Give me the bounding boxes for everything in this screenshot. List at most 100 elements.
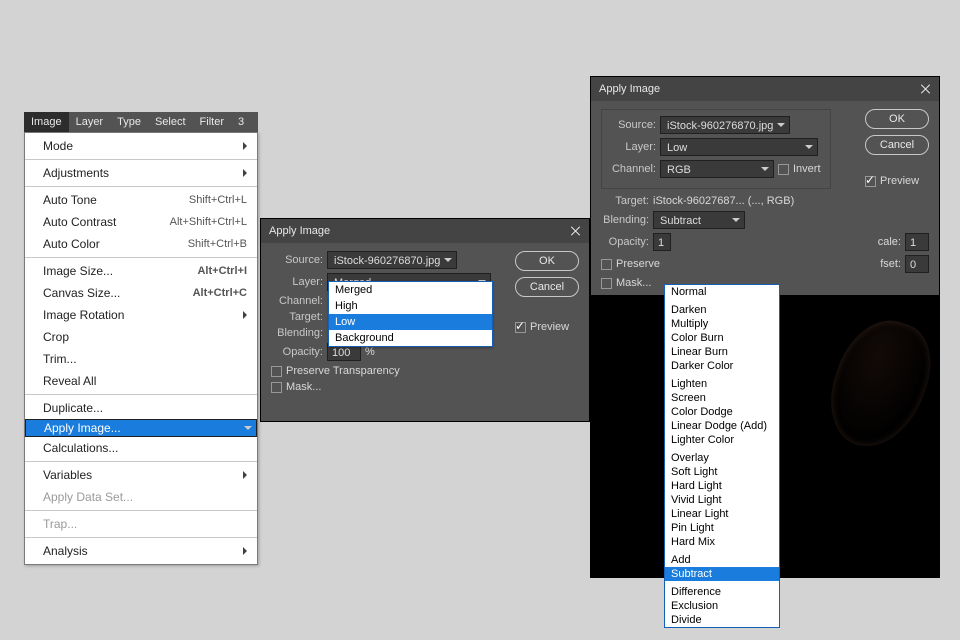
- cancel-button[interactable]: Cancel: [865, 135, 929, 155]
- ok-button[interactable]: OK: [865, 109, 929, 129]
- menu-item-trim[interactable]: Trim...: [25, 348, 257, 370]
- offset-label: fset:: [880, 258, 901, 270]
- menu-item-analysis[interactable]: Analysis: [25, 540, 257, 562]
- menu-item-apply-data-set: Apply Data Set...: [25, 486, 257, 508]
- chevron-right-icon: [243, 169, 251, 177]
- dialog-titlebar[interactable]: Apply Image: [591, 77, 939, 101]
- blend-option[interactable]: Screen: [665, 391, 779, 405]
- invert-checkbox[interactable]: [778, 164, 789, 175]
- menu-item-auto-contrast[interactable]: Auto ContrastAlt+Shift+Ctrl+L: [25, 211, 257, 233]
- blend-option[interactable]: Lighten: [665, 377, 779, 391]
- mask-label: Mask...: [616, 277, 651, 289]
- blend-option[interactable]: Darker Color: [665, 359, 779, 373]
- blend-option[interactable]: Pin Light: [665, 521, 779, 535]
- blending-select[interactable]: Subtract: [653, 211, 745, 229]
- blend-option[interactable]: Difference: [665, 585, 779, 599]
- ok-button[interactable]: OK: [515, 251, 579, 271]
- chevron-right-icon: [243, 142, 251, 150]
- layer-select[interactable]: Low: [660, 138, 818, 156]
- preview-checkbox[interactable]: [865, 176, 876, 187]
- blend-option[interactable]: Divide: [665, 613, 779, 627]
- dialog-title: Apply Image: [599, 83, 660, 95]
- blending-dropdown-list: Normal Darken Multiply Color Burn Linear…: [664, 284, 780, 628]
- cancel-button[interactable]: Cancel: [515, 277, 579, 297]
- menu-item-mode[interactable]: Mode: [25, 135, 257, 157]
- menu-item-image-rotation[interactable]: Image Rotation: [25, 304, 257, 326]
- blend-option-subtract[interactable]: Subtract: [665, 567, 779, 581]
- mask-checkbox[interactable]: [601, 278, 612, 289]
- menu-item-adjustments[interactable]: Adjustments: [25, 162, 257, 184]
- target-value: iStock-96027687... (..., RGB): [653, 195, 794, 207]
- menu-item-canvas-size[interactable]: Canvas Size...Alt+Ctrl+C: [25, 282, 257, 304]
- blend-option[interactable]: Multiply: [665, 317, 779, 331]
- menubar[interactable]: Image Layer Type Select Filter 3: [24, 112, 258, 132]
- invert-label: Invert: [793, 163, 821, 175]
- blend-option[interactable]: Linear Light: [665, 507, 779, 521]
- menu-filter[interactable]: Filter: [193, 112, 231, 132]
- menu-item-crop[interactable]: Crop: [25, 326, 257, 348]
- source-label: Source:: [271, 254, 323, 266]
- layer-option-low[interactable]: Low: [329, 314, 492, 330]
- blend-option[interactable]: Lighter Color: [665, 433, 779, 447]
- mask-label: Mask...: [286, 381, 321, 393]
- menu-item-variables[interactable]: Variables: [25, 464, 257, 486]
- preview-label: Preview: [880, 175, 919, 187]
- opacity-label: Opacity:: [271, 346, 323, 358]
- scale-label: cale:: [878, 236, 901, 248]
- blend-option[interactable]: Hard Light: [665, 479, 779, 493]
- menu-type[interactable]: Type: [110, 112, 148, 132]
- blend-option[interactable]: Overlay: [665, 451, 779, 465]
- blend-option[interactable]: Hard Mix: [665, 535, 779, 549]
- blending-label: Blending:: [601, 214, 649, 226]
- dialog-titlebar[interactable]: Apply Image: [261, 219, 589, 243]
- blend-option[interactable]: Linear Dodge (Add): [665, 419, 779, 433]
- menu-item-calculations[interactable]: Calculations...: [25, 437, 257, 459]
- menu-image[interactable]: Image: [24, 112, 69, 132]
- layer-option-merged[interactable]: Merged: [329, 282, 492, 298]
- menu-more[interactable]: 3: [231, 112, 251, 132]
- opacity-input[interactable]: 1: [653, 233, 671, 251]
- close-icon[interactable]: [571, 226, 581, 236]
- source-label: Source:: [608, 119, 656, 131]
- menu-item-apply-image[interactable]: Apply Image...: [25, 419, 257, 437]
- source-select[interactable]: iStock-960276870.jpg: [660, 116, 790, 134]
- blend-option[interactable]: Linear Burn: [665, 345, 779, 359]
- dialog-title: Apply Image: [269, 225, 330, 237]
- offset-input[interactable]: 0: [905, 255, 929, 273]
- image-menu-dropdown: Mode Adjustments Auto ToneShift+Ctrl+L A…: [24, 132, 258, 565]
- layer-option-high[interactable]: High: [329, 298, 492, 314]
- percent-label: %: [365, 346, 375, 358]
- channel-label: Channel:: [608, 163, 656, 175]
- chevron-right-icon: [243, 547, 251, 555]
- preview-checkbox[interactable]: [515, 322, 526, 333]
- blend-option[interactable]: Normal: [665, 285, 779, 299]
- close-icon[interactable]: [921, 84, 931, 94]
- layer-option-background[interactable]: Background: [329, 330, 492, 346]
- blend-option[interactable]: Soft Light: [665, 465, 779, 479]
- preserve-transparency-checkbox[interactable]: [601, 259, 612, 270]
- layer-label: Layer:: [608, 141, 656, 153]
- menu-item-trap: Trap...: [25, 513, 257, 535]
- menu-item-auto-tone[interactable]: Auto ToneShift+Ctrl+L: [25, 189, 257, 211]
- channel-select[interactable]: RGB: [660, 160, 774, 178]
- blend-option[interactable]: Vivid Light: [665, 493, 779, 507]
- menu-item-image-size[interactable]: Image Size...Alt+Ctrl+I: [25, 260, 257, 282]
- blend-option[interactable]: Exclusion: [665, 599, 779, 613]
- blend-option[interactable]: Color Burn: [665, 331, 779, 345]
- layer-label: Layer:: [271, 276, 323, 288]
- preserve-transparency-checkbox[interactable]: [271, 366, 282, 377]
- source-select[interactable]: iStock-960276870.jpg: [327, 251, 457, 269]
- mask-checkbox[interactable]: [271, 382, 282, 393]
- preserve-transparency-label: Preserve Transparency: [286, 365, 400, 377]
- menu-select[interactable]: Select: [148, 112, 193, 132]
- blend-option[interactable]: Darken: [665, 303, 779, 317]
- chevron-right-icon: [243, 471, 251, 479]
- scale-input[interactable]: 1: [905, 233, 929, 251]
- menu-layer[interactable]: Layer: [69, 112, 111, 132]
- blend-option[interactable]: Color Dodge: [665, 405, 779, 419]
- blend-option[interactable]: Add: [665, 553, 779, 567]
- menu-item-auto-color[interactable]: Auto ColorShift+Ctrl+B: [25, 233, 257, 255]
- menu-item-duplicate[interactable]: Duplicate...: [25, 397, 257, 419]
- layer-dropdown-list: Merged High Low Background: [328, 281, 493, 347]
- menu-item-reveal-all[interactable]: Reveal All: [25, 370, 257, 392]
